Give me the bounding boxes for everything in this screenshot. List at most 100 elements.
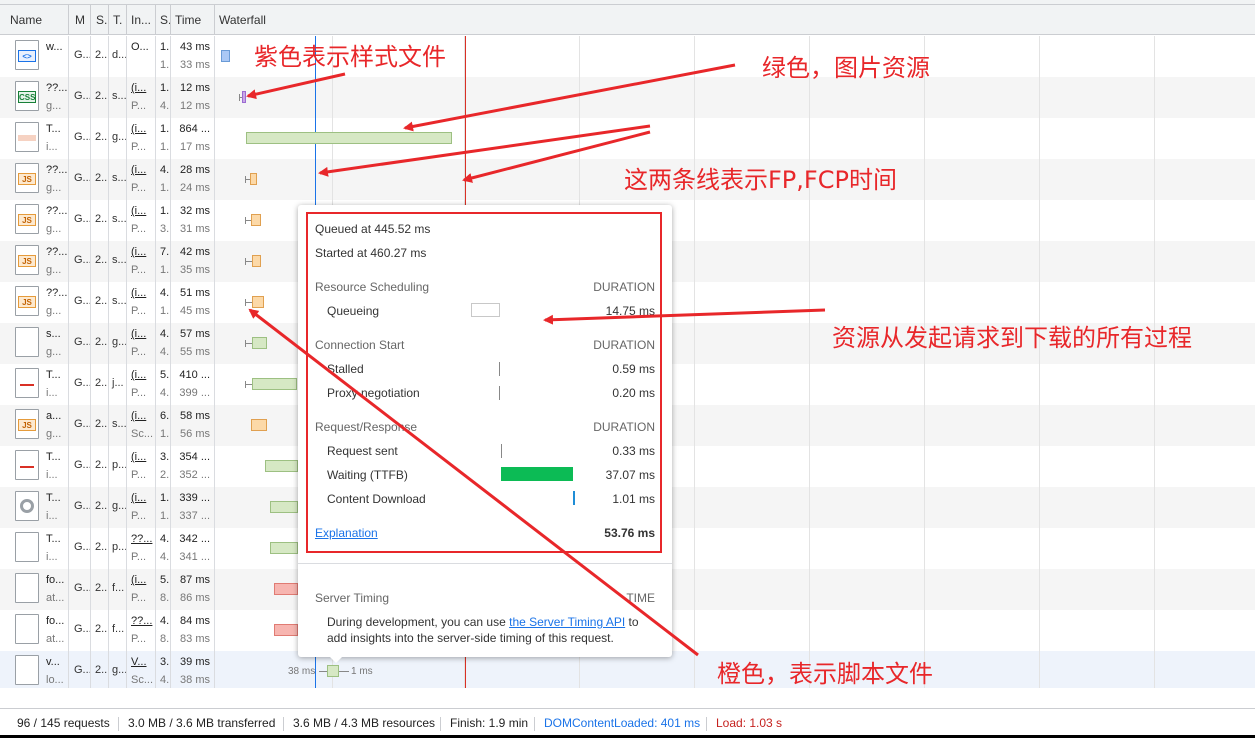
type-cell: s... bbox=[108, 200, 126, 241]
initiator-cell-primary[interactable]: V... bbox=[131, 656, 147, 668]
initiator-cell[interactable]: (i... P... bbox=[128, 323, 155, 364]
type-cell-text: p... bbox=[112, 541, 126, 553]
status-separator bbox=[118, 717, 119, 731]
initiator-cell[interactable]: V... Sc... bbox=[128, 651, 155, 688]
initiator-cell-primary[interactable]: (i... bbox=[131, 287, 146, 299]
column-header-name[interactable]: Name bbox=[5, 5, 65, 35]
devtools-network-panel: Name M S. T. In... S. Time Waterfall <> w… bbox=[0, 0, 1255, 738]
type-cell: g... bbox=[108, 651, 126, 688]
name-cell[interactable]: JS??... g... bbox=[0, 241, 68, 282]
name-cell[interactable]: <> w... bbox=[0, 36, 68, 77]
initiator-cell[interactable]: (i... Sc... bbox=[128, 405, 155, 446]
size-cell: 1. 3. bbox=[157, 200, 171, 241]
initiator-cell[interactable]: (i... P... bbox=[128, 159, 155, 200]
file-icon-badge bbox=[18, 135, 36, 141]
status-cell-text: 2... bbox=[95, 377, 108, 389]
waterfall-bar-js[interactable] bbox=[251, 419, 267, 431]
initiator-cell-primary[interactable]: (i... bbox=[131, 82, 146, 94]
time-cell: 58 ms 56 ms bbox=[170, 405, 214, 446]
column-header-method[interactable]: M bbox=[70, 5, 90, 35]
initiator-cell[interactable]: (i... P... bbox=[128, 364, 155, 405]
waterfall-bar-js[interactable] bbox=[252, 255, 261, 267]
waterfall-bar-doc[interactable] bbox=[221, 50, 230, 62]
initiator-cell-primary[interactable]: (i... bbox=[131, 123, 146, 135]
waterfall-bar-js[interactable] bbox=[251, 214, 261, 226]
time-cell: 87 ms 86 ms bbox=[170, 569, 214, 610]
waterfall-bar-img[interactable] bbox=[270, 501, 298, 513]
column-header-size[interactable]: S. bbox=[155, 5, 171, 35]
method-cell-text: G... bbox=[74, 541, 90, 553]
type-cell: d... bbox=[108, 36, 126, 77]
initiator-cell[interactable]: (i... P... bbox=[128, 77, 155, 118]
popup-divider bbox=[298, 563, 672, 564]
name-cell[interactable]: T... i... bbox=[0, 528, 68, 569]
file-icon-badge bbox=[20, 384, 34, 386]
waterfall-bar-img[interactable] bbox=[252, 337, 267, 349]
column-header-time[interactable]: Time bbox=[170, 5, 214, 35]
waterfall-bar-img[interactable] bbox=[265, 460, 298, 472]
initiator-cell-primary[interactable]: (i... bbox=[131, 410, 146, 422]
name-cell[interactable]: JS??... g... bbox=[0, 200, 68, 241]
initiator-cell-primary[interactable]: (i... bbox=[131, 164, 146, 176]
name-cell[interactable]: CSS??... g... bbox=[0, 77, 68, 118]
initiator-cell[interactable]: (i... P... bbox=[128, 241, 155, 282]
waterfall-bar-js[interactable] bbox=[250, 173, 257, 185]
initiator-cell[interactable]: ??... P... bbox=[128, 610, 155, 651]
server-timing-text-line2: add insights into the server-side timing… bbox=[327, 631, 614, 645]
initiator-cell-primary[interactable]: (i... bbox=[131, 492, 146, 504]
initiator-cell-primary[interactable]: (i... bbox=[131, 574, 146, 586]
initiator-cell[interactable]: (i... P... bbox=[128, 118, 155, 159]
name-cell[interactable]: T... i... bbox=[0, 364, 68, 405]
waterfall-bar-js[interactable] bbox=[252, 296, 264, 308]
name-cell[interactable]: s... g... bbox=[0, 323, 68, 364]
initiator-cell-primary[interactable]: (i... bbox=[131, 328, 146, 340]
initiator-cell[interactable]: (i... P... bbox=[128, 282, 155, 323]
initiator-cell[interactable]: (i... P... bbox=[128, 446, 155, 487]
name-cell[interactable]: T... i... bbox=[0, 118, 68, 159]
column-header-initiator[interactable]: In... bbox=[126, 5, 154, 35]
initiator-cell-secondary: P... bbox=[131, 346, 147, 358]
name-cell[interactable]: fo... at... bbox=[0, 610, 68, 651]
waterfall-bar-font[interactable] bbox=[274, 624, 298, 636]
initiator-cell-primary[interactable]: (i... bbox=[131, 369, 146, 381]
name-cell[interactable]: JS??... g... bbox=[0, 282, 68, 323]
initiator-cell-primary[interactable]: ??... bbox=[131, 615, 152, 627]
waterfall-bar-img[interactable] bbox=[252, 378, 297, 390]
latency-time: 38 ms bbox=[180, 674, 210, 686]
name-cell[interactable]: v... lo... bbox=[0, 651, 68, 688]
waterfall-bar-img[interactable] bbox=[270, 542, 298, 554]
name-cell[interactable]: JS??... g... bbox=[0, 159, 68, 200]
initiator-cell-primary[interactable]: (i... bbox=[131, 246, 146, 258]
method-cell: G... bbox=[70, 528, 90, 569]
initiator-cell[interactable]: ??... P... bbox=[128, 528, 155, 569]
status-cell-text: 2... bbox=[95, 418, 108, 430]
method-cell-text: G... bbox=[74, 90, 90, 102]
latency-time: 45 ms bbox=[180, 305, 210, 317]
column-header-waterfall[interactable]: Waterfall bbox=[214, 5, 314, 35]
waterfall-bar-css[interactable] bbox=[242, 91, 246, 103]
waterfall-bar-font[interactable] bbox=[274, 583, 298, 595]
waterfall-bar-img[interactable] bbox=[246, 132, 452, 144]
column-header-status[interactable]: S. bbox=[91, 5, 108, 35]
initiator-cell[interactable]: (i... P... bbox=[128, 569, 155, 610]
request-name: ??... bbox=[46, 82, 68, 94]
initiator-cell-primary[interactable]: (i... bbox=[131, 451, 146, 463]
column-header-type[interactable]: T. bbox=[108, 5, 126, 35]
initiator-cell[interactable]: (i... P... bbox=[128, 487, 155, 528]
column-divider[interactable] bbox=[68, 5, 69, 35]
status-separator bbox=[440, 717, 441, 731]
waterfall-bar-img[interactable] bbox=[327, 665, 339, 677]
initiator-cell[interactable]: (i... P... bbox=[128, 200, 155, 241]
method-cell: G... bbox=[70, 487, 90, 528]
name-cell[interactable]: fo... at... bbox=[0, 569, 68, 610]
blank-file-icon bbox=[15, 327, 39, 357]
server-timing-api-link[interactable]: the Server Timing API bbox=[509, 615, 625, 629]
name-cell[interactable]: JS a... g... bbox=[0, 405, 68, 446]
waterfall-wait-cap bbox=[245, 340, 246, 347]
initiator-cell-primary[interactable]: (i... bbox=[131, 205, 146, 217]
name-cell[interactable]: T... i... bbox=[0, 446, 68, 487]
size-cell-secondary: 4. bbox=[160, 551, 170, 563]
initiator-cell-primary[interactable]: ??... bbox=[131, 533, 152, 545]
size-cell-secondary: 1. bbox=[160, 305, 170, 317]
name-cell[interactable]: T... i... bbox=[0, 487, 68, 528]
